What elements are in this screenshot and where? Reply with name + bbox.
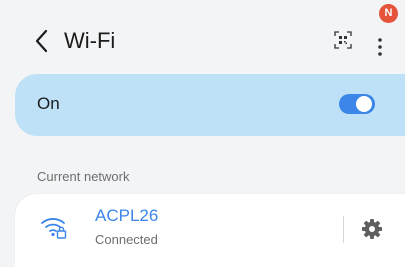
divider bbox=[343, 216, 344, 243]
network-settings-button[interactable] bbox=[361, 218, 383, 240]
network-status: Connected bbox=[95, 232, 158, 247]
more-options-button[interactable] bbox=[372, 26, 388, 58]
toggle-knob bbox=[356, 96, 372, 112]
network-name: ACPL26 bbox=[95, 206, 159, 225]
section-header-current-network: Current network bbox=[37, 169, 130, 184]
more-vertical-icon bbox=[378, 38, 382, 56]
current-network-row[interactable]: ACPL26 Connected bbox=[15, 194, 405, 267]
wifi-locked-icon bbox=[39, 212, 69, 240]
app-bar: Wi-Fi N bbox=[0, 0, 405, 78]
qr-scan-icon bbox=[334, 31, 352, 49]
page-title: Wi-Fi bbox=[64, 28, 116, 53]
back-chevron-icon bbox=[35, 29, 48, 53]
back-button[interactable] bbox=[32, 27, 52, 55]
wifi-toggle-row[interactable]: On bbox=[15, 74, 405, 136]
gear-icon bbox=[362, 219, 382, 239]
qr-scan-button[interactable] bbox=[333, 30, 353, 50]
wifi-toggle-switch[interactable] bbox=[339, 94, 375, 114]
notification-badge: N bbox=[379, 4, 398, 23]
wifi-toggle-label: On bbox=[37, 94, 60, 113]
